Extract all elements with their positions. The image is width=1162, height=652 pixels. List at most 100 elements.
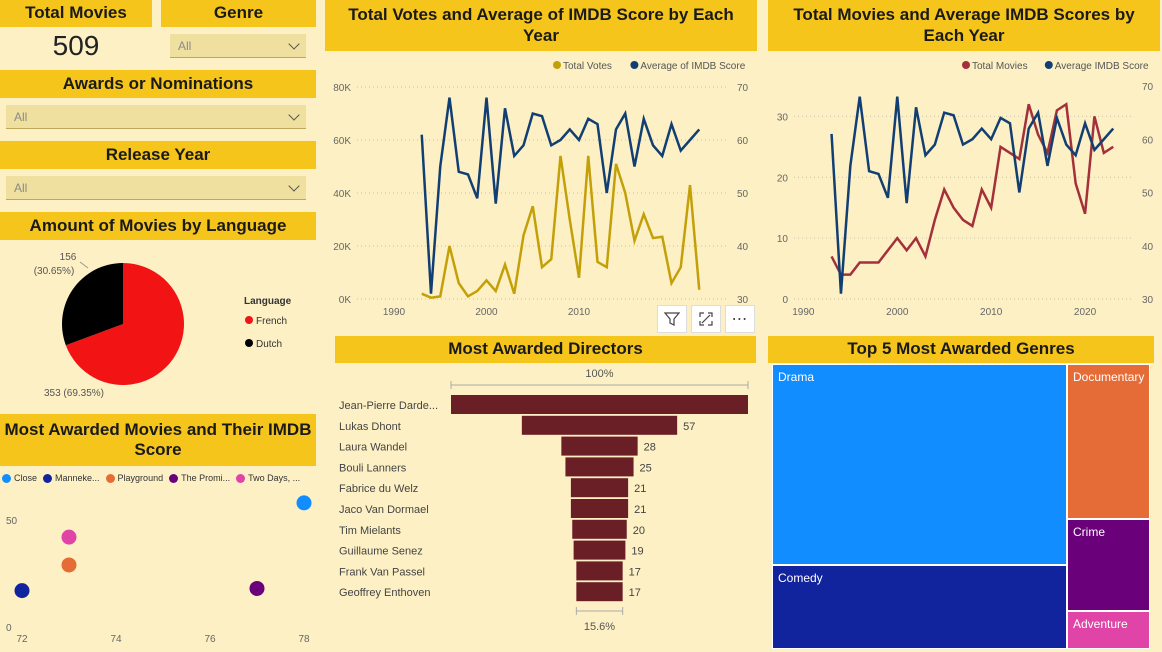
pie-legend-title: Language	[244, 296, 292, 307]
director-name: Tim Mielants	[339, 525, 401, 537]
treemap-tile-drama[interactable]: Drama	[772, 364, 1067, 565]
votes-chart-header: Total Votes and Average of IMDB Score by…	[325, 0, 757, 51]
director-name: Lukas Dhont	[339, 421, 401, 433]
y-left-tick-label: 40K	[333, 189, 351, 200]
director-bar[interactable]	[572, 519, 627, 539]
legend-marker	[105, 473, 115, 483]
director-bar[interactable]	[561, 436, 638, 456]
scatter-legend: Close Manneke... Playground The Promi... Two…	[2, 473, 316, 485]
series-line-total-votes[interactable]	[421, 155, 701, 299]
scatter-legend-item[interactable]: The Promi...	[169, 473, 230, 483]
more-options-button[interactable]: ⋯	[725, 305, 755, 333]
legend-marker	[1044, 61, 1053, 69]
series-line-average-of-imdb-score[interactable]	[420, 97, 701, 294]
director-value: 19	[631, 546, 643, 558]
awards-slicer-header: Awards or Nominations	[0, 70, 316, 98]
treemap-label-drama: Drama	[778, 370, 815, 384]
y-right-tick-label: 40	[1142, 242, 1154, 253]
director-bar[interactable]	[573, 540, 626, 560]
scatter-point[interactable]	[61, 557, 77, 573]
focus-mode-button[interactable]	[691, 305, 721, 333]
x-tick-label: 1990	[383, 307, 406, 315]
scatter-point[interactable]	[61, 529, 77, 545]
legend-label: Close	[14, 473, 38, 483]
director-bar[interactable]	[570, 499, 629, 518]
x-tick-label: 76	[204, 634, 216, 645]
legend-label-dutch[interactable]: Dutch	[256, 339, 282, 350]
director-bar[interactable]	[570, 478, 629, 498]
legend-marker-french	[245, 316, 253, 324]
treemap-label-adventure: Adventure	[1073, 617, 1128, 631]
director-name: Bouli Lanners	[339, 462, 407, 474]
treemap-tile-adventure[interactable]: Adventure	[1067, 611, 1150, 649]
y-left-tick-label: 10	[777, 234, 789, 245]
pie-label-french: 353 (69.35%)	[44, 388, 104, 399]
series-line-average-imdb-score[interactable]	[830, 96, 1115, 294]
legend-label[interactable]: Total Votes	[563, 61, 612, 72]
total-movies-header: Total Movies	[0, 0, 152, 27]
language-pie-chart: 156 (30.65%) 353 (69.35%) Language Frenc…	[34, 252, 292, 399]
scatter-legend-item[interactable]: Close	[2, 473, 37, 483]
director-bar[interactable]	[565, 457, 634, 477]
x-tick-label: 74	[110, 634, 122, 645]
x-tick-label: 2020	[1074, 307, 1097, 315]
director-bar[interactable]	[576, 582, 623, 602]
directors-header: Most Awarded Directors	[335, 336, 756, 363]
x-tick-label: 78	[298, 634, 310, 645]
y-left-tick-label: 20	[777, 173, 789, 184]
legend-label[interactable]: Average of IMDB Score	[640, 61, 745, 72]
scatter-legend-item[interactable]: Playground	[105, 473, 163, 483]
director-bar[interactable]	[576, 561, 623, 581]
legend-marker	[169, 473, 179, 483]
director-bar[interactable]	[451, 395, 748, 414]
scatter-legend-item[interactable]: Manneke...	[43, 473, 100, 483]
legend-label[interactable]: Total Movies	[972, 61, 1028, 72]
legend-marker	[2, 473, 11, 483]
director-name: Laura Wandel	[339, 442, 407, 454]
x-tick-label: 72	[16, 634, 28, 645]
pie-label-dutch-pct: (30.65%)	[34, 266, 75, 277]
year-dropdown[interactable]: All	[6, 176, 306, 200]
y-right-tick-label: 60	[1142, 135, 1154, 146]
legend-marker	[43, 473, 53, 483]
year-dropdown-value: All	[14, 180, 28, 195]
director-value: 17	[629, 587, 641, 599]
legend-label[interactable]: Average IMDB Score	[1055, 61, 1149, 72]
awards-dropdown[interactable]: All	[6, 105, 306, 129]
treemap-label-documentary: Documentary	[1073, 370, 1145, 384]
y-right-tick-label: 50	[737, 189, 749, 200]
director-value: 28	[644, 442, 656, 454]
scatter-point[interactable]	[296, 495, 312, 511]
x-tick-label: 2010	[568, 307, 591, 315]
x-tick-label: 1990	[792, 307, 815, 315]
director-value: 57	[683, 421, 695, 433]
filter-button[interactable]	[657, 305, 687, 333]
genre-dropdown[interactable]: All	[170, 34, 306, 58]
y-right-tick-label: 60	[737, 136, 749, 147]
legend-label: Two Days, ...	[248, 473, 301, 483]
director-bar[interactable]	[521, 415, 678, 435]
director-name: Jaco Van Dormael	[339, 504, 429, 516]
director-name: Jean-Pierre Darde...	[339, 400, 438, 412]
pie-label-dutch-count: 156	[60, 252, 77, 263]
expand-icon	[699, 312, 713, 326]
y-right-tick-label: 70	[1142, 82, 1154, 93]
genre-dropdown-value: All	[178, 38, 192, 53]
treemap-label-comedy: Comedy	[778, 571, 823, 585]
legend-marker	[236, 473, 246, 483]
scatter-point[interactable]	[249, 580, 265, 596]
director-name: Guillaume Senez	[339, 546, 423, 558]
treemap-tile-comedy[interactable]: Comedy	[772, 565, 1067, 649]
genres-header: Top 5 Most Awarded Genres	[768, 336, 1154, 363]
scatter-point[interactable]	[14, 583, 30, 599]
director-name: Frank Van Passel	[339, 566, 425, 578]
series-line-total-movies[interactable]	[830, 102, 1114, 276]
funnel-bottom-label: 15.6%	[584, 621, 615, 633]
legend-label: The Promi...	[181, 473, 231, 483]
scatter-legend-item[interactable]: Two Days, ...	[236, 473, 300, 483]
legend-label-french[interactable]: French	[256, 316, 287, 327]
y-right-tick-label: 40	[737, 242, 749, 253]
treemap-tile-crime[interactable]: Crime	[1067, 519, 1150, 611]
treemap-tile-documentary[interactable]: Documentary	[1067, 364, 1150, 519]
y-left-tick-label: 0K	[339, 295, 352, 306]
